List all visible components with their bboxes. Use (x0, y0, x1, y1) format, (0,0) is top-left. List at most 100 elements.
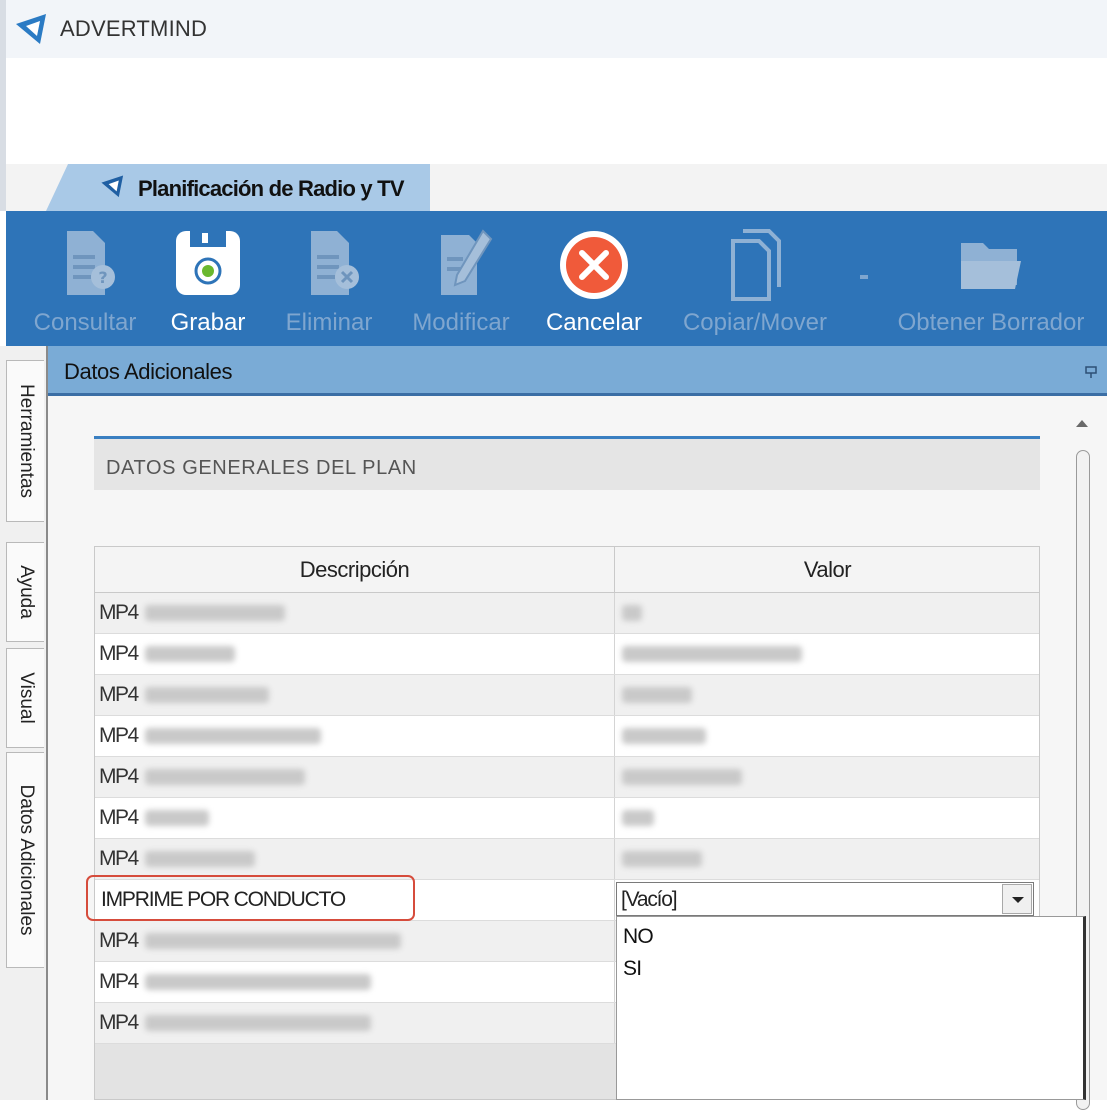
svg-text:?: ? (98, 268, 107, 287)
valor-cell[interactable] (616, 634, 1039, 674)
modificar-label: Modificar (412, 309, 510, 336)
valor-cell[interactable] (616, 716, 1039, 756)
descripcion-cell[interactable]: MP4 (95, 839, 615, 879)
descripcion-text: MP4 (99, 806, 139, 829)
descripcion-text: MP4 (99, 601, 139, 624)
modificar-button[interactable]: Modificar (396, 219, 526, 343)
combo-dropdown-list: NO SI (616, 916, 1086, 1100)
descripcion-cell[interactable]: MP4 (95, 1003, 615, 1043)
descripcion-text: MP4 (99, 724, 139, 747)
eliminar-label: Eliminar (285, 309, 373, 336)
redacted-text (622, 810, 654, 826)
redacted-text (145, 810, 209, 826)
document-delete-icon (311, 231, 359, 295)
table-row[interactable]: MP4 (95, 757, 1039, 798)
consultar-button[interactable]: ? Consultar (26, 219, 144, 343)
option-si[interactable]: SI (623, 957, 642, 981)
descripcion-cell[interactable]: MP4 (95, 798, 615, 838)
highlight-box (86, 875, 415, 921)
obtener-borrador-button[interactable]: Obtener Borrador (886, 219, 1096, 343)
side-tab-label: Ayuda (15, 565, 37, 619)
app-logo-icon (16, 14, 46, 44)
descripcion-text: MP4 (99, 683, 139, 706)
grabar-label: Grabar (170, 309, 246, 336)
chevron-down-icon[interactable] (1002, 884, 1032, 914)
dropdown-arrow-icon[interactable] (860, 275, 868, 279)
side-tab-datos-adicionales[interactable]: Datos Adicionales (6, 752, 44, 968)
descripcion-cell[interactable]: MP4 (95, 675, 615, 715)
redacted-text (145, 687, 269, 703)
valor-combo[interactable]: [Vacío] (616, 882, 1034, 916)
redacted-text (145, 646, 235, 662)
valor-cell[interactable] (616, 757, 1039, 797)
descripcion-text: MP4 (99, 642, 139, 665)
obtener-borrador-label: Obtener Borrador (897, 309, 1085, 336)
scroll-up-icon[interactable] (1076, 420, 1088, 427)
table-row[interactable]: MP4 (95, 634, 1039, 675)
descripcion-text: MP4 (99, 847, 139, 870)
side-tab-ayuda[interactable]: Ayuda (6, 542, 44, 642)
document-tab-strip: Planificación de Radio y TV (0, 164, 1107, 211)
blank-area (0, 58, 1107, 164)
side-tab-visual[interactable]: Visual (6, 648, 44, 748)
side-tab-herramientas[interactable]: Herramientas (6, 360, 44, 522)
descripcion-cell[interactable]: MP4 (95, 757, 615, 797)
cancelar-button[interactable]: Cancelar (536, 219, 652, 343)
combo-value: [Vacío] (621, 888, 678, 911)
table-row[interactable]: MP4 (95, 798, 1039, 839)
descripcion-text: MP4 (99, 929, 139, 952)
table-row[interactable]: MP4 (95, 716, 1039, 757)
descripcion-cell[interactable]: MP4 (95, 634, 615, 674)
consultar-label: Consultar (33, 309, 137, 336)
document-tab-label: Planificación de Radio y TV (138, 176, 405, 201)
document-query-icon: ? (67, 231, 115, 295)
descripcion-cell[interactable]: MP4 (95, 593, 615, 633)
redacted-text (622, 646, 802, 662)
copiar-mover-label: Copiar/Mover (682, 309, 828, 336)
folder-open-icon (961, 243, 1021, 289)
redacted-text (145, 605, 285, 621)
redacted-text (145, 728, 321, 744)
app-title: ADVERTMIND (60, 16, 208, 41)
table-row[interactable]: MP4 (95, 675, 1039, 716)
valor-cell[interactable] (616, 593, 1039, 633)
redacted-text (145, 769, 305, 785)
panel-title: Datos Adicionales (64, 359, 233, 384)
grabar-button[interactable]: Grabar (152, 219, 264, 343)
side-tab-bar: Herramientas Ayuda Visual Datos Adiciona… (0, 346, 48, 1100)
panel-header: Datos Adicionales (48, 346, 1107, 396)
cancelar-label: Cancelar (545, 309, 643, 336)
descripcion-text: MP4 (99, 765, 139, 788)
copiar-mover-button[interactable]: Copiar/Mover (670, 219, 840, 343)
title-bar: ADVERTMIND (0, 0, 1107, 58)
column-header-descripcion[interactable]: Descripción (95, 547, 615, 593)
table-row[interactable]: MP4 (95, 593, 1039, 634)
valor-cell[interactable] (616, 839, 1039, 879)
descripcion-text: MP4 (99, 970, 139, 993)
descripcion-cell[interactable]: MP4 (95, 921, 615, 961)
redacted-text (622, 687, 692, 703)
document-tab[interactable]: Planificación de Radio y TV (46, 164, 430, 211)
copy-icon (731, 229, 781, 301)
pin-icon[interactable] (1085, 364, 1097, 378)
section-title: DATOS GENERALES DEL PLAN (106, 457, 417, 479)
descripcion-cell[interactable]: MP4 (95, 716, 615, 756)
table-row[interactable]: MP4 (95, 839, 1039, 880)
grid-header: Descripción Valor (95, 547, 1039, 593)
redacted-text (622, 851, 702, 867)
document-edit-icon (441, 229, 493, 295)
valor-cell[interactable] (616, 798, 1039, 838)
save-disk-icon (176, 231, 240, 295)
redacted-text (622, 769, 742, 785)
ribbon-toolbar: ? Consultar Grabar Eliminar Modificar Ca… (6, 211, 1107, 346)
side-tab-label: Herramientas (15, 383, 37, 499)
column-header-valor[interactable]: Valor (616, 547, 1039, 593)
redacted-text (145, 1015, 371, 1031)
valor-cell[interactable] (616, 675, 1039, 715)
eliminar-button[interactable]: Eliminar (272, 219, 386, 343)
side-tab-label: Datos Adicionales (15, 784, 37, 936)
descripcion-text: MP4 (99, 1011, 139, 1034)
redacted-text (145, 933, 401, 949)
option-no[interactable]: NO (623, 925, 654, 949)
descripcion-cell[interactable]: MP4 (95, 962, 615, 1002)
